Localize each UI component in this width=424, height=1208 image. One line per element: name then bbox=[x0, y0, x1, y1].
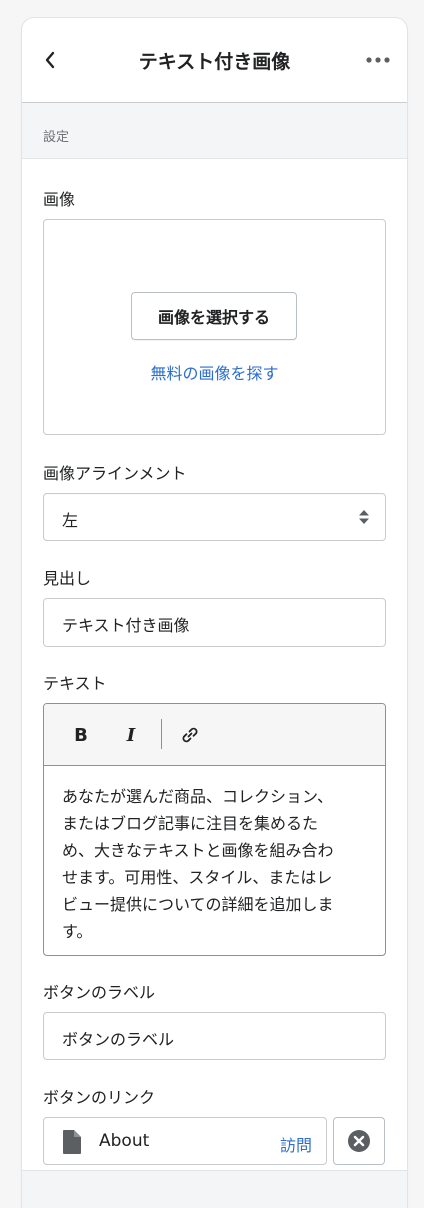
image-alignment-select[interactable]: 左 bbox=[43, 493, 386, 541]
rich-text-editor: B I あなたが選んだ商品、コレクション、 またはブログ記事に注目を集めるた め… bbox=[43, 703, 386, 956]
button-link-label: ボタンのリンク bbox=[43, 1088, 156, 1107]
heading-input[interactable]: テキスト付き画像 bbox=[43, 598, 386, 647]
text-line: す。 bbox=[62, 922, 93, 941]
settings-panel: テキスト付き画像 設定 画像 画像を選択する 無料の画像を探す 画像アラインメン… bbox=[22, 18, 407, 1208]
select-arrows-icon bbox=[359, 510, 369, 524]
select-image-button[interactable]: 画像を選択する bbox=[131, 292, 297, 340]
next-section bbox=[22, 1171, 407, 1208]
link-icon bbox=[182, 727, 198, 743]
page-icon bbox=[63, 1130, 81, 1154]
button-link-value: About bbox=[99, 1131, 150, 1151]
italic-button[interactable]: I bbox=[120, 722, 142, 748]
insert-link-button[interactable] bbox=[178, 722, 202, 748]
circle-x-icon bbox=[348, 1130, 370, 1152]
button-link-field[interactable]: About 訪問 bbox=[43, 1117, 327, 1165]
toolbar-divider bbox=[161, 719, 162, 749]
more-actions-button[interactable] bbox=[365, 48, 391, 72]
text-label: テキスト bbox=[43, 674, 107, 693]
editor-body[interactable]: あなたが選んだ商品、コレクション、 またはブログ記事に注目を集めるた め、大きな… bbox=[44, 766, 385, 945]
section-header: 設定 bbox=[22, 103, 407, 159]
text-line: せます。可用性、スタイル、またはレ bbox=[62, 868, 333, 887]
free-images-link[interactable]: 無料の画像を探す bbox=[44, 360, 385, 384]
text-line: ビュー提供についての詳細を追加しま bbox=[62, 895, 334, 914]
image-alignment-label: 画像アラインメント bbox=[43, 464, 187, 483]
heading-label: 見出し bbox=[43, 569, 92, 588]
editor-toolbar: B I bbox=[44, 704, 385, 766]
button-link-row: About 訪問 bbox=[43, 1117, 386, 1165]
horizontal-dots-icon bbox=[366, 57, 390, 63]
image-picker: 画像を選択する 無料の画像を探す bbox=[43, 219, 386, 435]
image-alignment-value: 左 bbox=[62, 511, 79, 530]
clear-link-button[interactable] bbox=[333, 1117, 385, 1165]
chevron-left-icon bbox=[45, 51, 55, 69]
back-button[interactable] bbox=[40, 48, 60, 72]
button-label-input[interactable]: ボタンのラベル bbox=[43, 1012, 386, 1060]
text-line: め、大きなテキストと画像を組み合わ bbox=[62, 841, 334, 860]
image-label: 画像 bbox=[43, 190, 76, 209]
visit-link[interactable]: 訪問 bbox=[280, 1132, 312, 1156]
bold-button[interactable]: B bbox=[70, 722, 92, 748]
panel-header: テキスト付き画像 bbox=[22, 18, 407, 103]
text-line: またはブログ記事に注目を集めるた bbox=[62, 814, 319, 833]
panel-title: テキスト付き画像 bbox=[138, 51, 291, 73]
button-label-label: ボタンのラベル bbox=[43, 983, 156, 1002]
text-line: あなたが選んだ商品、コレクション、 bbox=[62, 787, 334, 806]
